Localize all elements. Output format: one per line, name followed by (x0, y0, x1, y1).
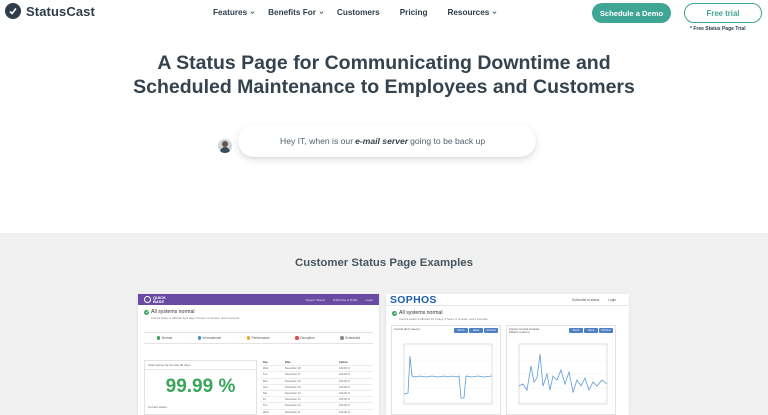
latency-chart-left: Central (EU) Latency Month Week 24 Hours (391, 325, 501, 415)
chart-range-button[interactable]: 24 Hours (599, 328, 613, 333)
avatar (218, 139, 232, 153)
current-status-label: Current status (148, 405, 167, 409)
latency-chart-right: Sophos Central Analysis Platform Latency… (506, 325, 616, 415)
chat-text-after: going to be back up (410, 136, 486, 146)
main-nav: Features Benefits For Customers Pricing … (213, 8, 497, 17)
free-trial-note: * Free Status Page Trial (690, 26, 746, 32)
sophos-status: All systems normal (392, 310, 629, 316)
latency-line-chart (518, 343, 608, 405)
nav-benefits-label: Benefits For (268, 8, 316, 17)
nav-customers[interactable]: Customers (337, 8, 380, 17)
logo-text: StatusCast (26, 3, 95, 19)
chevron-down-icon (250, 11, 255, 14)
hero-title: A Status Page for Communicating Downtime… (0, 51, 768, 99)
legend-dot (197, 336, 202, 340)
nav-resources-label: Resources (447, 8, 490, 17)
chart-range-button[interactable]: Month (454, 328, 468, 333)
legend-item: Performance (246, 336, 270, 340)
hero-title-line-1: A Status Page for Communicating Downtime… (157, 52, 611, 74)
sophos-status-sub: Current status is affected for 0 days, 0… (399, 317, 489, 321)
chart-label: Central (EU) Latency (394, 327, 421, 331)
quickbase-link: Login (365, 297, 373, 302)
statuscast-logo[interactable]: StatusCast (5, 3, 95, 19)
site-header: StatusCast Features Benefits For Custome… (0, 0, 768, 32)
quickbase-logo-icon (144, 296, 151, 303)
legend-dot (156, 336, 161, 340)
legend-item: Normal (156, 336, 172, 340)
chart-range-button[interactable]: Month (569, 328, 583, 333)
quickbase-header-bar: QUICK BASE System Status Subscribe & Not… (138, 294, 379, 305)
chat-bubble: Hey IT, when is our e-mail server going … (238, 125, 536, 157)
chart-range-button[interactable]: 24 Hours (484, 328, 498, 333)
chevron-down-icon (319, 11, 324, 14)
table-row: Wed November 11 100.00 % (261, 410, 373, 415)
quickbase-logo: QUICK BASE (144, 295, 166, 304)
legend-dot (295, 336, 299, 340)
nav-pricing[interactable]: Pricing (400, 8, 428, 17)
sophos-links: Subscribe to status Login (572, 298, 629, 302)
sophos-status-text: All systems normal (399, 310, 443, 316)
nav-resources[interactable]: Resources (447, 8, 497, 17)
quickbase-status-example[interactable]: QUICK BASE System Status Subscribe & Not… (138, 294, 379, 415)
schedule-demo-button[interactable]: Schedule a Demo (592, 3, 671, 23)
chart-range-buttons: Month Week 24 Hours (569, 328, 613, 333)
legend-dot (246, 336, 250, 340)
quickbase-link: System Status (305, 297, 325, 302)
legend-dot (340, 336, 344, 340)
quickbase-status-sub: Current status is affected by 0 days, 0 … (151, 316, 240, 320)
chart-range-button[interactable]: Week (584, 328, 598, 333)
chart-range-button[interactable]: Week (469, 328, 483, 333)
chat-text-emphasis: e-mail server (355, 136, 409, 146)
customer-examples-section: Customer Status Page Examples QUICK BASE… (0, 233, 768, 415)
nav-pricing-label: Pricing (399, 8, 428, 17)
nav-customers-label: Customers (336, 8, 380, 17)
nav-features-label: Features (213, 8, 248, 17)
legend-item: Informational (197, 336, 221, 340)
quickbase-legend: Normal Informational Performance Disrupt… (144, 332, 373, 344)
check-icon (144, 309, 149, 315)
quickbase-status-text: All systems normal (151, 309, 195, 315)
chat-text-before: Hey IT, when is our (280, 136, 354, 146)
legend-item: Scheduled (340, 336, 360, 340)
quickbase-link: Subscribe & Notify (332, 297, 358, 302)
free-trial-button[interactable]: Free trial (684, 3, 762, 23)
quickbase-logo-line-2: BASE (153, 298, 165, 304)
chart-label: Sophos Central Analysis Platform Latency (509, 327, 540, 335)
quickbase-uptime-box: Total uptime for the last 90 days 99.99 … (144, 360, 257, 415)
hero-title-line-2: Scheduled Maintenance to Employees and C… (133, 76, 635, 98)
latency-line-chart (403, 343, 493, 405)
section-title: Customer Status Page Examples (295, 257, 473, 269)
uptime-label: Total uptime for the last 90 days (145, 361, 256, 370)
chevron-down-icon (492, 11, 497, 14)
legend-item: Disruption (295, 336, 315, 340)
chat-message: Hey IT, when is our e-mail server going … (218, 124, 536, 158)
quickbase-links: System Status Subscribe & Notify Login (306, 298, 379, 302)
sophos-status-example[interactable]: SOPHOS Subscribe to status Login All sys… (386, 294, 629, 415)
quickbase-uptime-table: Day Date Uptime Wed November 18 100.00 % Tue… (261, 360, 373, 415)
uptime-value: 99.99 % (165, 376, 236, 397)
nav-features[interactable]: Features (213, 8, 255, 17)
sophos-logo: SOPHOS (390, 294, 437, 306)
chart-range-buttons: Month Week 24 Hours (454, 328, 498, 333)
check-icon (392, 310, 397, 316)
sophos-link: Subscribe to status (572, 297, 600, 302)
sophos-link: Login (608, 297, 616, 302)
logo-icon (5, 3, 21, 19)
sophos-header-bar: SOPHOS Subscribe to status Login (386, 294, 629, 306)
quickbase-status: All systems normal (144, 309, 379, 315)
nav-benefits-for[interactable]: Benefits For (268, 8, 324, 17)
